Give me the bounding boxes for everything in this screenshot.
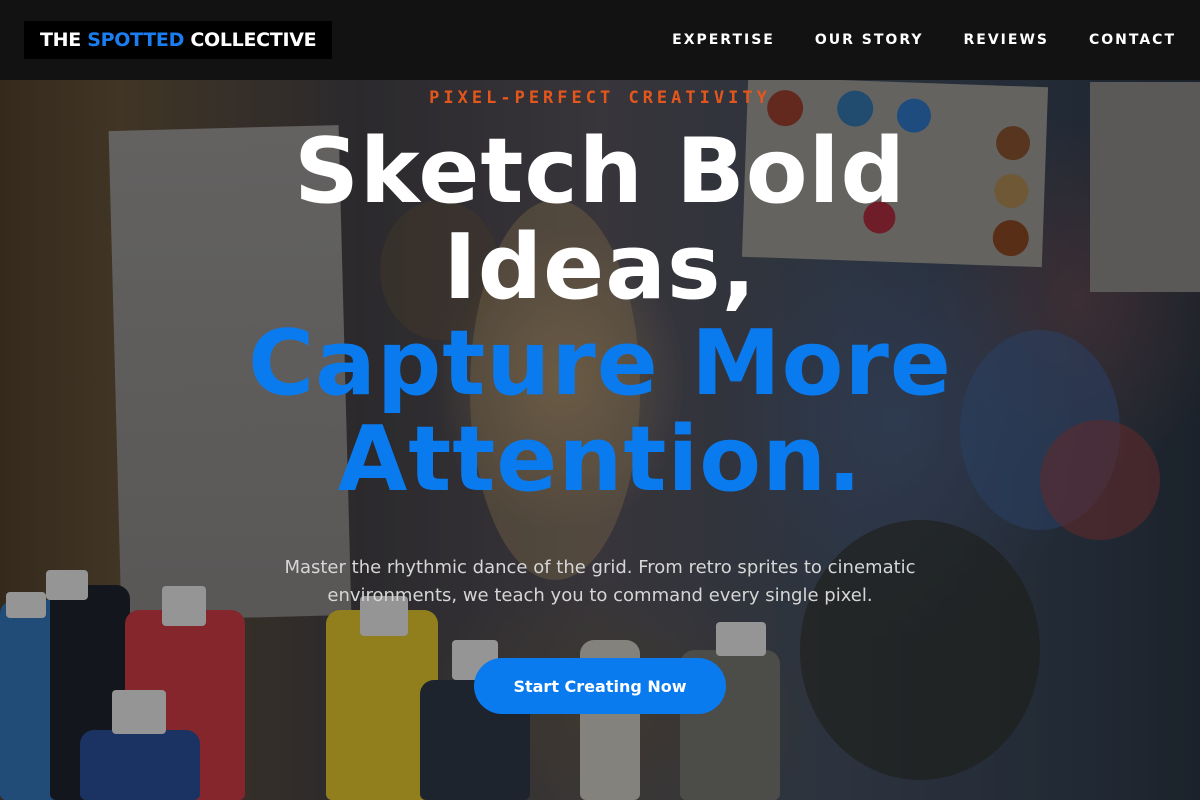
hero-eyebrow: PIXEL-PERFECT CREATIVITY [429, 88, 771, 108]
start-creating-button[interactable]: Start Creating Now [474, 658, 726, 714]
brand-logo[interactable]: THE SPOTTED COLLECTIVE [24, 21, 333, 59]
nav-link-our-story[interactable]: OUR STORY [815, 32, 924, 48]
hero-section: PIXEL-PERFECT CREATIVITY Sketch Bold Ide… [0, 80, 1200, 800]
headline-line-3: Capture More [248, 311, 952, 416]
brand-accent: SPOTTED [87, 29, 185, 51]
nav-link-contact[interactable]: CONTACT [1089, 32, 1176, 48]
nav-link-reviews[interactable]: REVIEWS [964, 32, 1049, 48]
brand-suffix: COLLECTIVE [184, 29, 317, 51]
hero-headline: Sketch Bold Ideas, Capture More Attentio… [0, 124, 1200, 508]
nav-links: EXPERTISE OUR STORY REVIEWS CONTACT [672, 32, 1176, 48]
hero-subtitle: Master the rhythmic dance of the grid. F… [284, 557, 916, 606]
headline-line-1: Sketch Bold [294, 119, 906, 224]
page: THE SPOTTED COLLECTIVE EXPERTISE OUR STO… [0, 0, 1200, 800]
headline-line-4: Attention. [337, 407, 863, 512]
headline-line-2: Ideas, [443, 215, 757, 320]
nav-link-expertise[interactable]: EXPERTISE [672, 32, 775, 48]
brand-prefix: THE [40, 29, 88, 51]
top-navbar: THE SPOTTED COLLECTIVE EXPERTISE OUR STO… [0, 0, 1200, 80]
